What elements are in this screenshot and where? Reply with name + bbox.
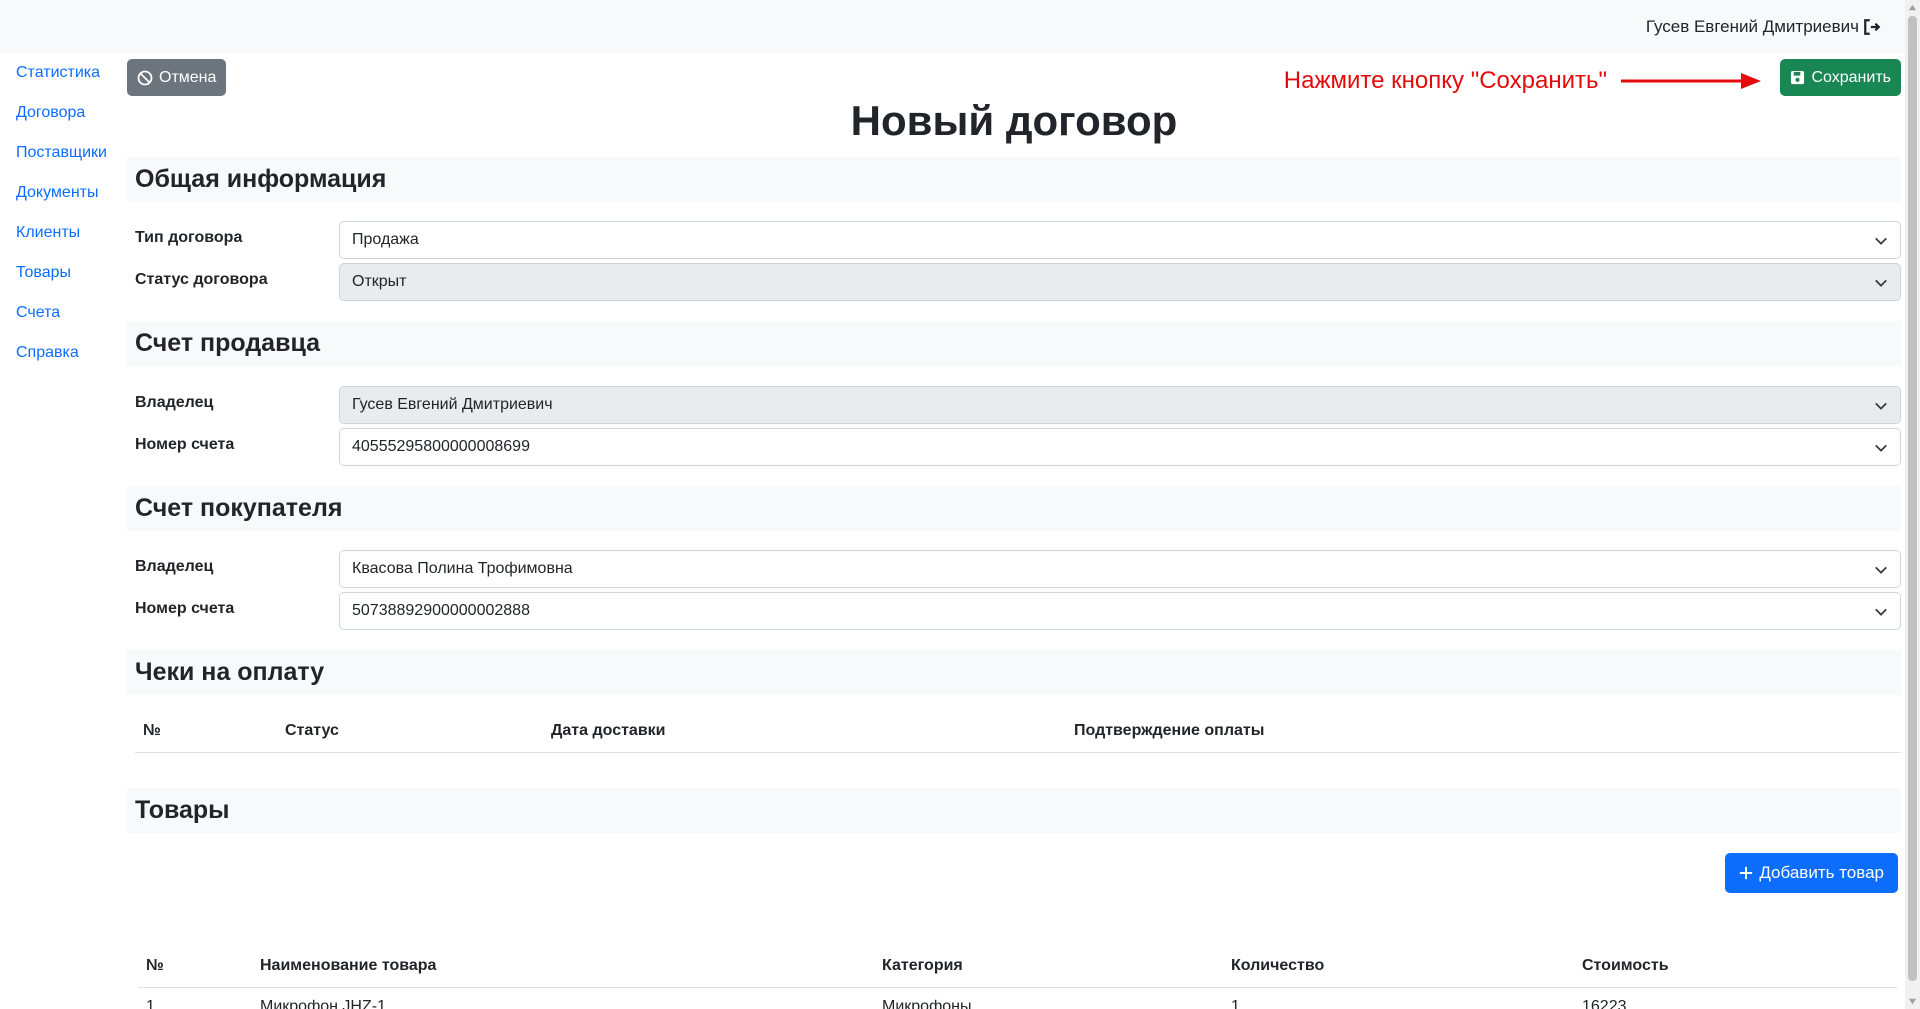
contract-type-value: Продажа (352, 231, 419, 248)
contract-status-select[interactable]: Открыт (339, 263, 1901, 301)
buyer-account-label: Номер счета (135, 600, 235, 617)
sidebar-item-contracts[interactable]: Договора (0, 93, 125, 133)
buyer-owner-label: Владелец (135, 558, 214, 575)
buyer-account-row: Номер счета 50738892900000002888 (127, 592, 1901, 630)
add-goods-button[interactable]: Добавить товар (1725, 853, 1898, 893)
checks-header-row: № Статус Дата доставки Подтверждение опл… (135, 710, 1901, 753)
buyer-owner-select[interactable]: Квасова Полина Трофимовна (339, 550, 1901, 588)
seller-owner-label: Владелец (135, 394, 214, 411)
goods-cell-name: Микрофон JHZ-1 (252, 987, 874, 1009)
section-payment-checks: Чеки на оплату (127, 650, 1901, 695)
checks-col-payment-confirmation: Подтверждение оплаты (1066, 710, 1901, 753)
chevron-down-icon (1875, 279, 1887, 287)
goods-header-row: № Наименование товара Категория Количест… (138, 945, 1897, 988)
sidebar-item-help[interactable]: Справка (0, 333, 125, 373)
cancel-button[interactable]: Отмена (127, 59, 227, 96)
goods-cell-price: 16223 (1574, 987, 1897, 1009)
buyer-owner-value: Квасова Полина Трофимовна (352, 560, 573, 577)
logout-icon[interactable] (1863, 18, 1881, 36)
sidebar-item-statistics[interactable]: Статистика (0, 53, 125, 93)
goods-cell-category: Микрофоны (874, 987, 1223, 1009)
arrow-right-icon (1621, 73, 1761, 89)
buyer-account-select[interactable]: 50738892900000002888 (339, 592, 1901, 630)
top-bar: Гусев Евгений Дмитриевич (0, 0, 1905, 53)
save-label: Сохранить (1811, 68, 1891, 86)
checks-col-status: Статус (277, 710, 543, 753)
plus-icon (1740, 866, 1753, 880)
cancel-label: Отмена (159, 68, 217, 86)
goods-cell-quantity: 1 (1223, 987, 1574, 1009)
table-row[interactable]: 1 Микрофон JHZ-1 Микрофоны 1 16223 (138, 987, 1897, 1009)
save-hint-text: Нажмите кнопку "Сохранить" (1283, 67, 1607, 94)
goods-table: № Наименование товара Категория Количест… (138, 945, 1897, 1009)
checks-col-delivery-date: Дата доставки (543, 710, 1066, 753)
seller-account-row: Номер счета 40555295800000008699 (127, 428, 1901, 466)
seller-account-label: Номер счета (135, 436, 235, 453)
contract-status-label: Статус договора (135, 271, 268, 288)
chevron-down-icon (1875, 444, 1887, 452)
section-buyer-account: Счет покупателя (127, 486, 1901, 531)
contract-type-select[interactable]: Продажа (339, 221, 1901, 259)
contract-type-row: Тип договора Продажа (127, 221, 1901, 259)
goods-col-quantity: Количество (1223, 945, 1574, 988)
chevron-down-icon (1875, 402, 1887, 410)
section-goods: Товары (127, 788, 1901, 833)
sidebar-item-goods[interactable]: Товары (0, 253, 125, 293)
scroll-up-icon[interactable] (1908, 3, 1917, 12)
seller-owner-value: Гусев Евгений Дмитриевич (352, 396, 553, 413)
contract-type-label: Тип договора (135, 229, 243, 246)
save-hint: Нажмите кнопку "Сохранить" (1284, 67, 1761, 95)
sidebar-item-documents[interactable]: Документы (0, 173, 125, 213)
user-name: Гусев Евгений Дмитриевич (1645, 17, 1859, 36)
seller-owner-row: Владелец Гусев Евгений Дмитриевич (127, 386, 1901, 424)
save-button[interactable]: Сохранить (1780, 59, 1901, 96)
goods-col-price: Стоимость (1574, 945, 1897, 988)
chevron-down-icon (1875, 608, 1887, 616)
seller-account-value: 40555295800000008699 (352, 438, 530, 455)
section-general-info: Общая информация (127, 157, 1901, 202)
goods-cell-number: 1 (138, 987, 252, 1009)
checks-col-number: № (135, 710, 277, 753)
page-title: Новый договор (850, 97, 1178, 144)
contract-status-value: Открыт (352, 273, 407, 290)
seller-account-select[interactable]: 40555295800000008699 (339, 428, 1901, 466)
ban-icon (137, 70, 153, 85)
scrollbar-thumb[interactable] (1908, 16, 1917, 981)
goods-col-category: Категория (874, 945, 1223, 988)
chevron-down-icon (1875, 566, 1887, 574)
seller-owner-select[interactable]: Гусев Евгений Дмитриевич (339, 386, 1901, 424)
buyer-owner-row: Владелец Квасова Полина Трофимовна (127, 550, 1901, 588)
floppy-disk-icon (1791, 70, 1805, 85)
goods-col-number: № (138, 945, 252, 988)
chevron-down-icon (1875, 237, 1887, 245)
scroll-down-icon[interactable] (1908, 997, 1917, 1006)
goods-col-name: Наименование товара (252, 945, 874, 988)
sidebar-item-suppliers[interactable]: Поставщики (0, 133, 125, 173)
sidebar-item-accounts[interactable]: Счета (0, 293, 125, 333)
checks-table: № Статус Дата доставки Подтверждение опл… (135, 710, 1901, 753)
user-menu: Гусев Евгений Дмитриевич (1646, 17, 1881, 37)
vertical-scrollbar[interactable] (1905, 0, 1920, 1009)
section-seller-account: Счет продавца (127, 321, 1901, 366)
sidebar-item-clients[interactable]: Клиенты (0, 213, 125, 253)
sidebar: Статистика Договора Поставщики Документы… (0, 53, 125, 373)
buyer-account-value: 50738892900000002888 (352, 602, 530, 619)
contract-status-row: Статус договора Открыт (127, 263, 1901, 301)
add-goods-label: Добавить товар (1759, 863, 1884, 882)
